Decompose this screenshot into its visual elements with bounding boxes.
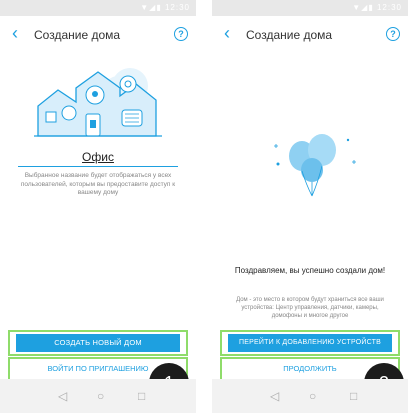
help-icon[interactable]: ? [174,27,188,41]
home-description: Дом - это место в котором будут хранитьс… [236,297,384,319]
nav-bar: ◁ ○ □ [0,379,196,413]
create-home-button[interactable]: СОЗДАТЬ НОВЫЙ ДОМ [16,334,180,352]
status-icons: ▼◢▮ 12:30 [140,3,190,12]
status-bar: ▼◢▮ 12:30 [212,0,408,16]
page-title: Создание дома [246,28,333,42]
nav-recents-icon[interactable]: □ [138,389,145,403]
house-illustration [34,68,162,137]
screen-create-home: ▼◢▮ 12:30 ‹ Создание дома ? Выбранное на… [0,0,196,413]
status-icons: ▼◢▮ 12:30 [352,3,402,12]
help-icon[interactable]: ? [386,27,400,41]
battery-icon: ▮ [368,3,374,12]
page-title: Создание дома [34,28,121,42]
nav-home-icon[interactable]: ○ [309,389,316,403]
name-caption: Выбранное название будет отображаться у … [20,172,176,196]
status-time: 12:30 [376,3,402,12]
app-bar: ‹ Создание дома ? [0,16,196,56]
wifi-icon: ▼ [352,3,362,12]
nav-recents-icon[interactable]: □ [350,389,357,403]
nav-home-icon[interactable]: ○ [97,389,104,403]
status-bar: ▼◢▮ 12:30 [0,0,196,16]
balloons-illustration [274,134,356,197]
app-bar: ‹ Создание дома ? [212,16,408,56]
nav-bar: ◁ ○ □ [212,379,408,413]
battery-icon: ▮ [156,3,162,12]
nav-back-icon[interactable]: ◁ [58,389,67,403]
status-time: 12:30 [164,3,190,12]
back-arrow-icon[interactable]: ‹ [224,24,230,42]
home-name-input[interactable] [18,148,178,167]
add-devices-button[interactable]: ПЕРЕЙТИ К ДОБАВЛЕНИЮ УСТРОЙСТВ [228,334,392,352]
back-arrow-icon[interactable]: ‹ [12,24,18,42]
screen-home-created: ▼◢▮ 12:30 ‹ Создание дома ? Поздравляем,… [212,0,408,413]
wifi-icon: ▼ [140,3,150,12]
nav-back-icon[interactable]: ◁ [270,389,279,403]
congrats-text: Поздравляем, вы успешно создали дом! [234,266,386,275]
